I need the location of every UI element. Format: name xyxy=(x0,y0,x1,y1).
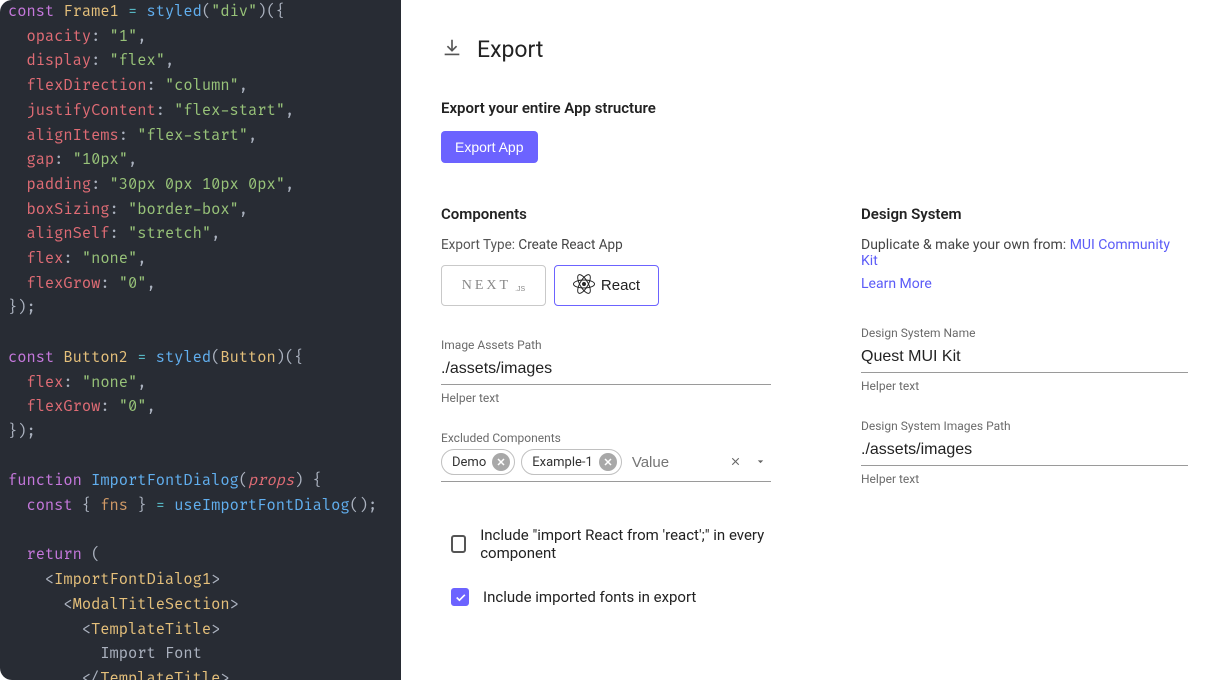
chevron-down-icon[interactable] xyxy=(754,453,767,472)
design-system-heading: Design System xyxy=(861,205,1188,223)
page-title: Export xyxy=(477,36,543,63)
export-panel: Export Export your entire App structure … xyxy=(401,0,1216,680)
excluded-components-label: Excluded Components xyxy=(441,431,771,445)
design-system-column: Design System Duplicate & make your own … xyxy=(861,205,1188,632)
design-system-images-path-input[interactable] xyxy=(861,437,1188,466)
image-assets-path-input[interactable] xyxy=(441,356,771,385)
chip-demo[interactable]: Demo xyxy=(441,449,515,475)
chip-label: Demo xyxy=(452,455,486,470)
code-editor: const Frame1 = styled("div")({ opacity: … xyxy=(0,0,401,680)
checkbox-unchecked-icon[interactable] xyxy=(451,535,466,553)
chip-remove-icon[interactable] xyxy=(599,453,617,471)
design-system-images-path-helper: Helper text xyxy=(861,472,1188,486)
image-assets-path-helper: Helper text xyxy=(441,391,771,405)
image-assets-path-label: Image Assets Path xyxy=(441,338,771,352)
export-header: Export xyxy=(441,36,1188,63)
chip-label: Example-1 xyxy=(532,455,593,470)
components-column: Components Export Type: Create React App… xyxy=(441,205,771,632)
include-imported-fonts-label: Include imported fonts in export xyxy=(483,588,696,606)
include-import-react-row[interactable]: Include "import React from 'react';" in … xyxy=(441,526,771,562)
image-assets-path-field: Image Assets Path Helper text xyxy=(441,338,771,405)
export-app-button[interactable]: Export App xyxy=(441,131,538,163)
include-import-react-label: Include "import React from 'react';" in … xyxy=(480,526,771,562)
chip-remove-icon[interactable] xyxy=(492,453,510,471)
export-type-value: Create React App xyxy=(518,237,622,253)
export-type-label: Export Type: xyxy=(441,237,515,253)
design-system-name-helper: Helper text xyxy=(861,379,1188,393)
design-system-name-field: Design System Name Helper text xyxy=(861,326,1188,393)
chip-example-1[interactable]: Example-1 xyxy=(521,449,622,475)
design-system-name-input[interactable] xyxy=(861,344,1188,373)
design-blurb-text: Duplicate & make your own from: xyxy=(861,237,1066,253)
design-system-images-path-label: Design System Images Path xyxy=(861,419,1188,433)
nextjs-logo-text: NEXT xyxy=(462,278,511,294)
nextjs-logo-sub: .JS xyxy=(515,286,525,293)
learn-more-link[interactable]: Learn More xyxy=(861,276,932,292)
export-type-react-button[interactable]: React xyxy=(554,265,659,306)
export-subtitle: Export your entire App structure xyxy=(441,99,1188,117)
react-label: React xyxy=(601,277,640,294)
excluded-components-field: Excluded Components Demo Example-1 xyxy=(441,431,771,482)
design-system-images-path-field: Design System Images Path Helper text xyxy=(861,419,1188,486)
design-system-blurb: Duplicate & make your own from: MUI Comm… xyxy=(861,237,1188,269)
react-icon xyxy=(573,273,595,299)
checkbox-checked-icon[interactable] xyxy=(451,588,469,606)
clear-icon[interactable] xyxy=(729,453,742,472)
download-icon xyxy=(441,37,463,63)
export-type-row: Export Type: Create React App xyxy=(441,237,771,253)
export-type-next-button[interactable]: NEXT .JS xyxy=(441,265,546,306)
excluded-components-input[interactable] xyxy=(628,454,723,471)
design-system-name-label: Design System Name xyxy=(861,326,1188,340)
components-heading: Components xyxy=(441,205,771,223)
include-imported-fonts-row[interactable]: Include imported fonts in export xyxy=(441,588,771,606)
